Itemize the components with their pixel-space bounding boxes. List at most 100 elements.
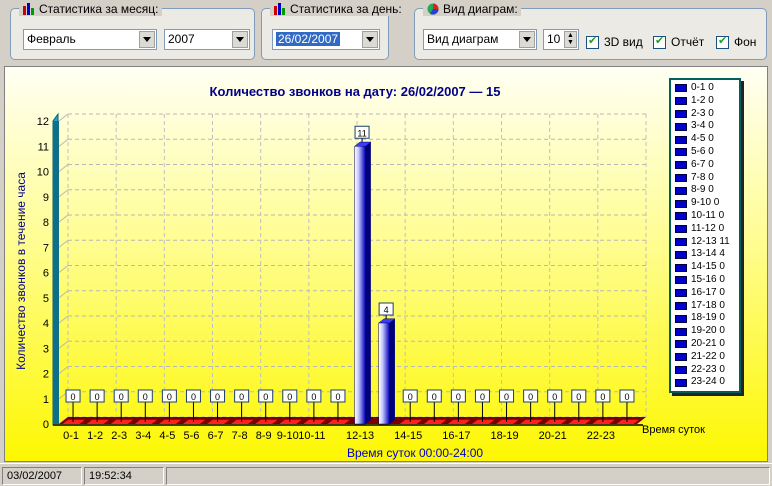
legend-swatch <box>675 186 687 195</box>
chart-type-title: Вид диаграм: <box>423 2 521 16</box>
depth-spinner[interactable]: 10 ▲ ▼ <box>543 29 579 50</box>
legend-label: 4-5 0 <box>691 133 714 145</box>
legend-item: 18-19 0 <box>675 312 739 325</box>
gridline-side <box>58 138 69 147</box>
legend-item: 9-10 0 <box>675 197 739 210</box>
legend-item: 10-11 0 <box>675 210 739 223</box>
day-stats-group: Статистика за день: 26/02/2007 <box>261 2 405 60</box>
checkmark-icon[interactable] <box>653 34 666 49</box>
legend-swatch <box>675 199 687 208</box>
legend-swatch <box>675 237 687 246</box>
x-tick-label: 1-2 <box>87 430 103 442</box>
month-stats-label: Статистика за месяц: <box>39 2 159 16</box>
day-stats-title: Статистика за день: <box>270 2 405 16</box>
chart-panel: 0 1 2 3 4 5 6 7 8 9 10 11 12 0 0-1 0 1-2 0 2-3 0 3-4 0 4-5 0 5-6… <box>4 66 768 462</box>
checkbox-background-label: Фон <box>734 35 757 49</box>
data-label: 0 <box>480 392 485 402</box>
legend-label: 5-6 0 <box>691 145 714 157</box>
legend-swatch <box>675 122 687 131</box>
legend-swatch <box>675 301 687 310</box>
legend-swatch <box>675 263 687 272</box>
chart-legend: 0-1 0 1-2 0 2-3 0 3-4 0 4-5 0 5-6 0 6-7 0 7-8 0… <box>669 78 741 394</box>
legend-label: 2-3 0 <box>691 107 714 119</box>
data-label: 0 <box>552 392 557 402</box>
y-tick-label: 3 <box>43 343 49 355</box>
legend-item: 1-2 0 <box>675 95 739 108</box>
year-select-value: 2007 <box>168 32 195 46</box>
legend-item: 0-1 0 <box>675 82 739 95</box>
bar-chart-icon <box>273 3 287 15</box>
x-tick-label: 22-23 <box>587 430 615 442</box>
year-select[interactable]: 2007 <box>164 29 250 50</box>
status-empty <box>166 467 770 485</box>
data-label: 0 <box>408 392 413 402</box>
y-tick-label: 9 <box>43 192 49 204</box>
x-tick-label: 18-19 <box>490 430 518 442</box>
chart-title: Количество звонков на дату: 26/02/2007 —… <box>210 84 501 99</box>
chevron-down-icon[interactable] <box>139 31 155 48</box>
legend-swatch <box>675 148 687 157</box>
checkbox-background[interactable]: Фон <box>716 34 757 49</box>
bar <box>354 146 366 425</box>
data-label: 0 <box>456 392 461 402</box>
y-tick-label: 10 <box>37 167 49 179</box>
chevron-down-icon[interactable] <box>232 31 248 48</box>
data-label: 0 <box>576 392 581 402</box>
x-tick-label: 10-11 <box>298 430 325 442</box>
legend-item: 16-17 0 <box>675 287 739 300</box>
bar-side <box>389 318 395 424</box>
legend-label: 22-23 0 <box>691 363 725 375</box>
gridline-side <box>58 189 69 198</box>
chart-type-value: Вид диаграм <box>427 32 499 46</box>
legend-swatch <box>675 289 687 298</box>
legend-item: 21-22 0 <box>675 351 739 364</box>
checkbox-report[interactable]: Отчёт <box>653 34 704 49</box>
legend-item: 19-20 0 <box>675 325 739 338</box>
day-stats-label: Статистика за день: <box>290 2 402 16</box>
legend-item: 15-16 0 <box>675 274 739 287</box>
y-tick-label: 12 <box>37 116 49 128</box>
data-label: 0 <box>191 392 196 402</box>
checkbox-3d[interactable]: 3D вид <box>586 34 643 49</box>
legend-label: 18-19 0 <box>691 312 725 324</box>
legend-swatch <box>675 161 687 170</box>
gridline-side <box>58 265 69 273</box>
checkmark-icon[interactable] <box>716 34 729 49</box>
data-label: 0 <box>71 392 76 402</box>
data-label: 4 <box>384 305 389 315</box>
chart-type-select[interactable]: Вид диаграм <box>423 29 537 50</box>
data-label: 0 <box>624 392 629 402</box>
legend-label: 9-10 0 <box>691 197 720 209</box>
month-select[interactable]: Февраль <box>23 29 157 50</box>
legend-swatch <box>675 314 687 323</box>
gridline-side <box>58 113 69 122</box>
x-tick-label: 14-15 <box>394 430 422 442</box>
legend-label: 6-7 0 <box>691 158 714 170</box>
y-tick-label: 8 <box>43 217 49 229</box>
bar-side <box>365 142 371 425</box>
data-label: 0 <box>119 392 124 402</box>
x-tick-label: 12-13 <box>346 430 374 442</box>
data-label: 11 <box>357 128 366 138</box>
legend-label: 20-21 0 <box>691 337 725 349</box>
legend-item: 23-24 0 <box>675 376 739 389</box>
checkmark-icon[interactable] <box>586 34 599 49</box>
spinner-arrows-icon[interactable]: ▲ ▼ <box>564 31 577 48</box>
chevron-down-icon[interactable] <box>519 31 535 48</box>
x-axis-end-label: Время суток <box>642 424 705 436</box>
y-tick-label: 7 <box>43 242 49 254</box>
status-bar: 03/02/2007 19:52:34 <box>0 463 772 486</box>
legend-item: 8-9 0 <box>675 184 739 197</box>
x-tick-label: 7-8 <box>232 430 248 442</box>
legend-swatch <box>675 109 687 118</box>
legend-label: 3-4 0 <box>691 120 714 132</box>
data-label: 0 <box>239 392 244 402</box>
data-label: 0 <box>263 392 268 402</box>
legend-item: 5-6 0 <box>675 146 739 159</box>
legend-swatch <box>675 135 687 144</box>
chevron-down-icon[interactable] <box>362 31 378 48</box>
x-tick-label: 5-6 <box>184 430 200 442</box>
date-select[interactable]: 26/02/2007 <box>272 29 380 50</box>
legend-swatch <box>675 84 687 93</box>
legend-label: 7-8 0 <box>691 171 714 183</box>
